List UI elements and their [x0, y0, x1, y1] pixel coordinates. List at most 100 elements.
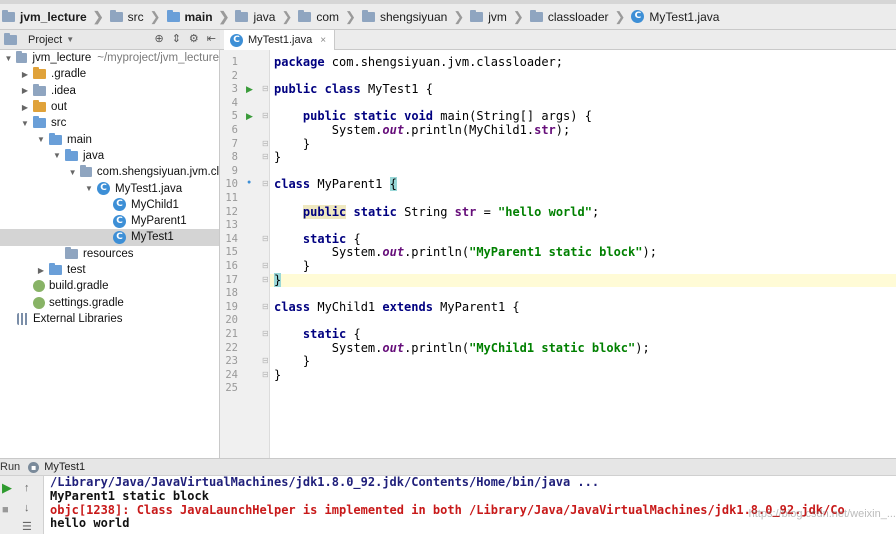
code-line[interactable]: } — [274, 259, 310, 274]
tree-item[interactable]: resources — [0, 246, 219, 262]
run-icon[interactable]: ▶ — [246, 84, 253, 95]
folder-icon — [33, 83, 46, 96]
breadcrumb-item[interactable]: shengsiyuan ❯ — [360, 4, 468, 29]
expanded-arrow-icon[interactable]: ▼ — [84, 184, 94, 193]
tree-item[interactable]: ▼ src — [0, 115, 219, 131]
editor-gutter[interactable]: 1 2 3 4 5 6 7 8 9 10 11 12 13 14 15 16 17 18 19 20 21 22 23 24 2… — [220, 50, 270, 458]
hide-panel-icon[interactable]: ⇤ — [207, 32, 216, 45]
expanded-arrow-icon[interactable]: ▼ — [52, 151, 62, 160]
tree-item[interactable]: ▶ .gradle — [0, 66, 219, 82]
code-line[interactable]: } — [274, 137, 310, 152]
arrow-up-icon[interactable]: ↑ — [24, 482, 30, 494]
tree-item[interactable]: ▼ java — [0, 148, 219, 164]
settings-icon[interactable]: ⊕ — [154, 32, 163, 45]
rerun-icon[interactable]: ▶ — [2, 480, 12, 496]
line-number: 5 — [231, 110, 238, 123]
collapsed-arrow-icon[interactable]: ▶ — [20, 86, 30, 95]
chevron-down-icon[interactable]: ▼ — [66, 35, 74, 44]
fold-icon[interactable]: ⊟ — [262, 111, 269, 120]
code-line[interactable]: System.out.println("MyParent1 static blo… — [274, 246, 657, 260]
tree-item[interactable]: ▶ .idea — [0, 83, 219, 99]
breadcrumb-item[interactable]: jvm ❯ — [468, 4, 528, 29]
run-panel-label[interactable]: Run — [0, 461, 20, 473]
collapsed-arrow-icon[interactable]: ▶ — [20, 70, 30, 79]
run-icon[interactable]: ▶ — [246, 111, 253, 122]
tree-item[interactable]: C MyChild1 — [0, 197, 219, 213]
code-line[interactable]: class MyParent1 { — [274, 177, 397, 192]
tree-item[interactable]: ▼ main — [0, 131, 219, 147]
implemented-icon[interactable]: ● — [247, 179, 251, 186]
tree-item[interactable]: settings.gradle — [0, 294, 219, 310]
fold-icon[interactable]: ⊟ — [262, 261, 269, 270]
fold-icon[interactable]: ⊟ — [262, 370, 269, 379]
tree-item-label: .gradle — [51, 68, 87, 81]
run-config-label: MyTest1 — [44, 461, 86, 473]
breadcrumb-item[interactable]: main ❯ — [165, 4, 234, 29]
tree-item[interactable]: ▼ C MyTest1.java — [0, 180, 219, 196]
expanded-arrow-icon[interactable]: ▼ — [20, 119, 30, 128]
tree-item[interactable]: External Libraries — [0, 311, 219, 327]
expanded-arrow-icon[interactable]: ▼ — [36, 135, 46, 144]
gradle-icon — [33, 280, 45, 293]
line-number: 12 — [225, 205, 238, 218]
breadcrumb-item[interactable]: jvm_lecture ❯ — [0, 4, 108, 29]
tree-item[interactable]: build.gradle — [0, 278, 219, 294]
stop-icon[interactable]: ■ — [2, 504, 9, 516]
fold-icon[interactable]: ⊟ — [262, 275, 269, 284]
tab-mytest1-java[interactable]: C MyTest1.java × — [224, 30, 336, 50]
code-line[interactable]: } — [274, 368, 281, 383]
line-number: 14 — [225, 232, 238, 245]
fold-icon[interactable]: ⊟ — [262, 139, 269, 148]
folder-icon — [529, 9, 543, 22]
breadcrumb-item[interactable]: C MyTest1.java — [629, 4, 723, 29]
code-line[interactable]: } — [274, 151, 281, 165]
fold-icon[interactable]: ⊟ — [262, 152, 269, 161]
line-number: 21 — [225, 328, 238, 340]
breadcrumb-item[interactable]: src ❯ — [108, 4, 165, 29]
tree-item[interactable]: ▶ test — [0, 262, 219, 278]
code-line[interactable]: System.out.println("MyChild1 static blok… — [274, 341, 650, 356]
code-line[interactable]: } — [274, 272, 282, 288]
collapse-all-icon[interactable]: ⇕ — [172, 32, 181, 45]
breadcrumb-label: shengsiyuan — [379, 9, 448, 24]
project-panel-title[interactable]: Project — [28, 34, 62, 46]
code-line[interactable]: System.out.println(MyChild1.str); — [274, 123, 570, 138]
fold-icon[interactable]: ⊟ — [262, 302, 269, 311]
code-line[interactable]: public class MyTest1 { — [274, 82, 433, 97]
breadcrumb-item[interactable]: java ❯ — [233, 4, 296, 29]
soft-wrap-icon[interactable]: ☰ — [22, 520, 32, 533]
breadcrumb-item[interactable]: classloader ❯ — [528, 4, 630, 29]
gear-icon[interactable]: ⚙ — [189, 32, 199, 45]
code-line[interactable]: public static String str = "hello world"… — [274, 204, 599, 220]
code-editor[interactable]: package com.shengsiyuan.jvm.classloader;… — [270, 50, 896, 458]
run-config-tab[interactable]: ▪ MyTest1 — [28, 461, 85, 473]
tree-item[interactable]: C MyTest1 — [0, 229, 219, 246]
tree-item[interactable]: ▶ out — [0, 99, 219, 115]
code-line[interactable]: static { — [274, 327, 361, 342]
breadcrumb-label: src — [127, 9, 144, 24]
tree-item[interactable]: ▼ jvm_lecture ~/myproject/jvm_lecture — [0, 50, 219, 66]
collapsed-arrow-icon[interactable]: ▶ — [36, 266, 46, 275]
tree-item[interactable]: ▼ com.shengsiyuan.jvm.cl — [0, 164, 219, 180]
code-line[interactable]: public static void main(String[] args) { — [274, 110, 592, 124]
code-line[interactable]: class MyChild1 extends MyParent1 { — [274, 300, 520, 315]
breadcrumb-item[interactable]: com ❯ — [296, 4, 360, 29]
arrow-down-icon[interactable]: ↓ — [24, 502, 30, 514]
tree-item[interactable]: C MyParent1 — [0, 213, 219, 229]
code-line[interactable]: package com.shengsiyuan.jvm.classloader; — [274, 55, 563, 70]
chevron-right-icon: ❯ — [614, 8, 626, 24]
chevron-right-icon: ❯ — [149, 8, 161, 24]
breadcrumb-label: jvm — [488, 9, 507, 24]
fold-icon[interactable]: ⊟ — [262, 179, 269, 188]
expanded-arrow-icon[interactable]: ▼ — [4, 54, 13, 63]
code-line[interactable]: } — [274, 355, 310, 369]
fold-icon[interactable]: ⊟ — [262, 234, 269, 243]
collapsed-arrow-icon[interactable]: ▶ — [20, 103, 30, 112]
fold-icon[interactable]: ⊟ — [262, 329, 269, 338]
console-output[interactable]: /Library/Java/JavaVirtualMachines/jdk1.8… — [44, 476, 896, 534]
code-line[interactable]: static { — [274, 232, 361, 247]
expanded-arrow-icon[interactable]: ▼ — [68, 168, 77, 177]
fold-icon[interactable]: ⊟ — [262, 84, 269, 93]
close-icon[interactable]: × — [320, 35, 326, 46]
fold-icon[interactable]: ⊟ — [262, 356, 269, 365]
